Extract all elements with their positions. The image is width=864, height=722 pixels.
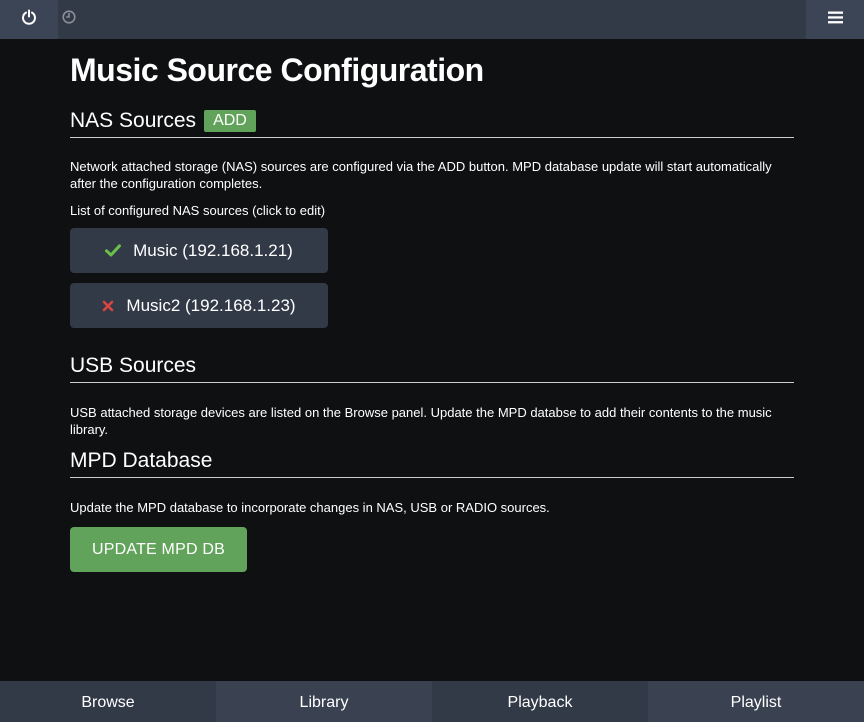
- tab-browse[interactable]: Browse: [0, 681, 216, 722]
- tab-library[interactable]: Library: [216, 681, 432, 722]
- mpd-section-title: MPD Database: [70, 448, 213, 472]
- clock-button[interactable]: [58, 0, 80, 39]
- menu-button[interactable]: [806, 0, 864, 39]
- nas-source-label: Music2 (192.168.1.23): [126, 295, 296, 315]
- top-bar: [0, 0, 864, 39]
- nas-list-label: List of configured NAS sources (click to…: [70, 203, 326, 218]
- bottom-nav: Browse Library Playback Playlist: [0, 681, 864, 722]
- x-icon: [102, 300, 114, 312]
- hamburger-menu-icon: [827, 11, 843, 29]
- nas-section-title: NAS Sources: [70, 108, 197, 132]
- clock-icon: [62, 10, 76, 29]
- usb-section-header: USB Sources: [70, 349, 794, 383]
- update-mpd-db-button[interactable]: UPDATE MPD DB: [70, 527, 247, 572]
- usb-section-title: USB Sources: [70, 353, 197, 377]
- mpd-description: Update the MPD database to incorporate c…: [70, 500, 550, 515]
- tab-playlist[interactable]: Playlist: [648, 681, 864, 722]
- nas-description: Network attached storage (NAS) sources a…: [70, 159, 772, 191]
- nas-source-item[interactable]: Music2 (192.168.1.23): [70, 283, 328, 328]
- usb-description: USB attached storage devices are listed …: [70, 405, 772, 437]
- nas-source-list: Music (192.168.1.21) Music2 (192.168.1.2…: [70, 219, 794, 349]
- power-button[interactable]: [0, 0, 58, 39]
- power-icon: [21, 9, 37, 30]
- mpd-actions: UPDATE MPD DB: [70, 516, 794, 576]
- nas-section-header: NAS Sources ADD: [70, 104, 794, 138]
- add-nas-button[interactable]: ADD: [204, 109, 256, 132]
- nas-source-item[interactable]: Music (192.168.1.21): [70, 228, 328, 273]
- checkmark-icon: [105, 244, 122, 257]
- main-content: Music Source Configuration NAS Sources A…: [70, 39, 794, 576]
- nas-source-label: Music (192.168.1.21): [133, 240, 293, 260]
- page-title: Music Source Configuration: [70, 52, 484, 88]
- mpd-section-header: MPD Database: [70, 444, 794, 478]
- tab-playback[interactable]: Playback: [432, 681, 648, 722]
